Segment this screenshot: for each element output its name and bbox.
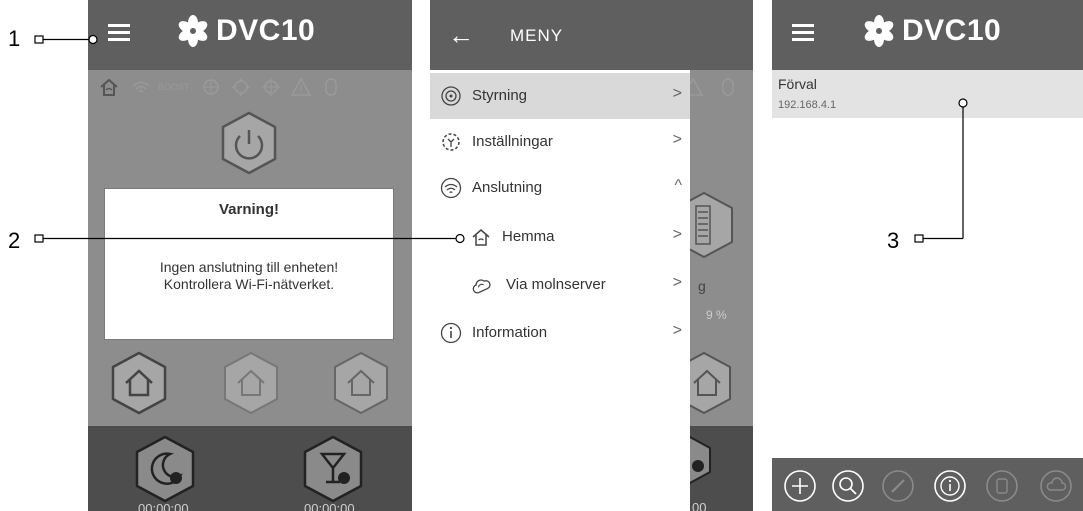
info-icon[interactable] (932, 468, 968, 504)
edit-icon[interactable] (880, 468, 916, 504)
party-timer-value: 00:00:00 (304, 501, 355, 511)
menu-icon[interactable] (108, 24, 130, 42)
device-ip: 192.168.4.1 (778, 99, 837, 111)
chevron-right-icon: > (672, 226, 682, 243)
app-screen-devices: DVC10 Förval 192.168.4.1 (772, 0, 1083, 511)
dimmed-background: g 9 % 00 (680, 0, 753, 511)
menu-item-label: Via molnserver (506, 276, 606, 293)
home-icon (472, 229, 490, 246)
cloud-icon (472, 279, 491, 294)
menu-item-styrning[interactable]: Styrning > (430, 73, 690, 119)
background-letter: g (698, 278, 706, 294)
cooler-icon (262, 78, 280, 96)
party-timer-button[interactable] (298, 434, 368, 504)
cloud-icon[interactable] (1038, 468, 1074, 504)
heater-icon (232, 78, 250, 96)
callout-number-3: 3 (887, 228, 900, 253)
menu-item-label: Styrning (472, 87, 528, 104)
app-bar: DVC10 (88, 0, 412, 70)
home-icon (100, 78, 118, 96)
speed-indicator-icon (684, 192, 733, 258)
device-toolbar (772, 458, 1083, 511)
add-icon[interactable] (782, 468, 818, 504)
drawer-title: MENY (510, 26, 564, 45)
device-list-item[interactable]: Förval 192.168.4.1 (772, 70, 1083, 118)
background-percent: 9 % (706, 308, 727, 322)
dialog-title: Varning! (218, 201, 279, 218)
app-logo: DVC10 (176, 14, 315, 48)
menu-item-label: Information (472, 324, 548, 341)
warning-icon (685, 77, 734, 96)
dialog-message-line-2: Kontrollera Wi-Fi-nätverket. (163, 276, 335, 292)
drawer-header: ← MENY (430, 0, 690, 70)
navigation-drawer: ← MENY Styrning > Inställningar > Anslut… (430, 0, 690, 511)
menu-item-installningar[interactable]: Inställningar > (430, 119, 690, 165)
back-arrow-icon[interactable]: ← (448, 22, 474, 48)
chevron-right-icon: > (672, 274, 682, 291)
chevron-right-icon: > (672, 131, 682, 148)
mode-button-partial (682, 352, 731, 414)
fan-logo-icon (178, 15, 208, 47)
night-timer-value: 00:00:00 (138, 501, 189, 511)
night-timer-button[interactable] (130, 434, 200, 504)
menu-icon[interactable] (792, 24, 814, 42)
timer-bar: 00:00:00 00:00:00 (88, 426, 412, 511)
warning-icon (290, 77, 312, 96)
filter-icon (325, 78, 337, 96)
callout-number-2: 2 (8, 228, 21, 253)
app-screen-main: DVC10 BOOST Varning! Ingen anslutning ti… (88, 0, 412, 511)
delete-icon[interactable] (984, 468, 1020, 504)
app-screen-menu: g 9 % 00 ← MENY Styrning > Inställningar… (430, 0, 753, 511)
warning-dialog: Varning! Ingen anslutning till enheten! … (104, 188, 394, 340)
menu-item-via-molnserver[interactable]: Via molnserver > (430, 262, 690, 308)
dialog-message-line-1: Ingen anslutning till enheten! (159, 259, 339, 275)
callout-number-1: 1 (8, 26, 21, 51)
menu-item-hemma[interactable]: Hemma > (430, 214, 690, 260)
dialog-message: Ingen anslutning till enheten! Kontrolle… (105, 259, 393, 293)
background-timer-fragment: 00 (692, 500, 707, 511)
device-name: Förval (778, 76, 817, 92)
app-logo: DVC10 (862, 14, 1001, 48)
menu-item-anslutning[interactable]: Anslutning ^ (430, 165, 690, 211)
app-title: DVC10 (216, 14, 316, 47)
chevron-right-icon: > (672, 322, 682, 339)
settings-icon (442, 133, 460, 151)
menu-item-label: Hemma (502, 228, 555, 245)
mode-button-ventilation[interactable] (106, 350, 172, 416)
app-title: DVC10 (902, 14, 1002, 47)
menu-item-label: Inställningar (472, 133, 553, 150)
wifi-icon (132, 81, 150, 93)
mode-button-exhaust[interactable] (328, 350, 394, 416)
search-icon[interactable] (830, 468, 866, 504)
boost-label: BOOST (158, 82, 190, 92)
info-icon (440, 322, 462, 344)
app-bar: DVC10 (772, 0, 1083, 70)
menu-item-label: Anslutning (472, 179, 543, 196)
wifi-icon (440, 177, 462, 199)
power-button[interactable] (216, 110, 282, 176)
chevron-right-icon: > (672, 85, 682, 102)
control-icon (441, 86, 461, 106)
fan-icon (203, 79, 219, 95)
chevron-up-icon: ^ (674, 177, 682, 194)
fan-logo-icon (864, 15, 894, 47)
mode-button-supply[interactable] (218, 350, 284, 416)
menu-item-information[interactable]: Information > (430, 310, 690, 356)
